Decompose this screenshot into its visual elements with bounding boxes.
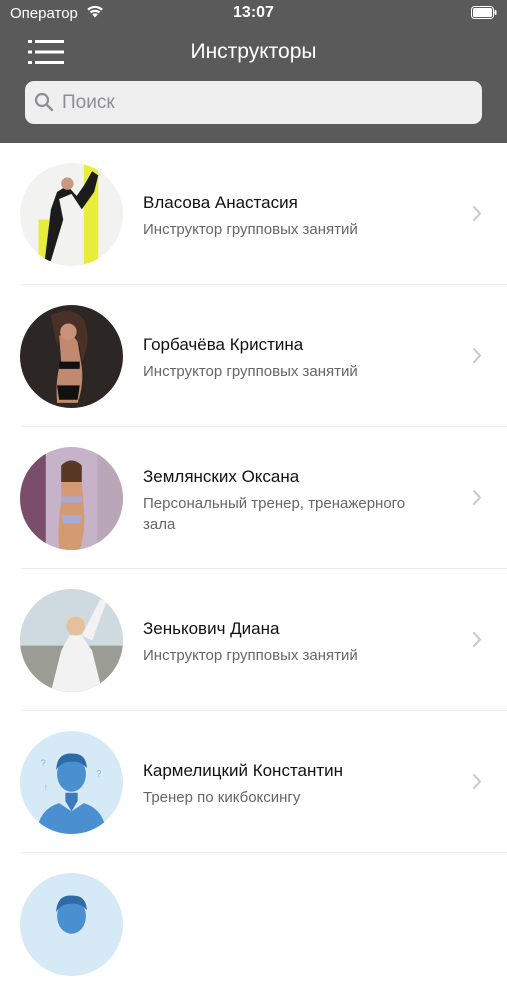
instructor-name: Власова Анастасия [143, 193, 298, 212]
avatar-photo-image [20, 589, 123, 692]
instructor-name: Зенькович Диана [143, 619, 280, 638]
avatar-photo-image [20, 305, 123, 408]
chevron-right-icon [473, 206, 481, 221]
page-title: Инструкторы [190, 40, 317, 63]
instructor-name: Горбачёва Кристина [143, 335, 304, 354]
battery-icon [471, 6, 497, 19]
chevron-right-icon [473, 774, 481, 789]
list-item[interactable]: ? ? ! Кармелицкий Константин Тренер по к… [0, 711, 507, 853]
instructor-role: Инструктор групповых занятий [143, 647, 358, 664]
search-bar[interactable] [25, 81, 482, 124]
instructor-name: Землянских Оксана [143, 467, 300, 486]
instructor-role: Персональный тренер, тренажерного зала [143, 495, 406, 533]
svg-text:?: ? [41, 758, 46, 768]
avatar [20, 589, 123, 692]
instructor-role: Инструктор групповых занятий [143, 363, 358, 380]
svg-text:?: ? [96, 768, 101, 778]
person-placeholder-icon [20, 873, 123, 976]
avatar [20, 305, 123, 408]
list-item[interactable] [0, 853, 507, 995]
list-item[interactable]: Горбачёва Кристина Инструктор групповых … [0, 285, 507, 427]
avatar [20, 163, 123, 266]
instructor-role: Инструктор групповых занятий [143, 221, 358, 238]
instructor-list: Власова Анастасия Инструктор групповых з… [0, 143, 507, 995]
search-input[interactable] [62, 81, 472, 124]
svg-text:!: ! [45, 784, 47, 793]
chevron-right-icon [473, 490, 481, 505]
search-icon [34, 92, 54, 112]
chevron-right-icon [473, 348, 481, 363]
instructor-role: Тренер по кикбоксингу [143, 789, 301, 806]
avatar: ? ? ! [20, 731, 123, 834]
person-placeholder-icon: ? ? ! [20, 731, 123, 834]
avatar [20, 447, 123, 550]
status-time: 13:07 [233, 4, 274, 21]
list-item[interactable]: Власова Анастасия Инструктор групповых з… [0, 143, 507, 285]
status-bar: Оператор 13:07 [0, 0, 507, 28]
avatar [20, 873, 123, 976]
avatar-photo-image [20, 163, 123, 266]
navigation-header: Оператор 13:07 Инструкторы [0, 0, 507, 143]
avatar-photo-image [20, 447, 123, 550]
chevron-right-icon [473, 632, 481, 647]
instructor-name: Кармелицкий Константин [143, 761, 344, 780]
list-item[interactable]: Зенькович Диана Инструктор групповых зан… [0, 569, 507, 711]
list-item[interactable]: Землянских Оксана Персональный тренер, т… [0, 427, 507, 569]
